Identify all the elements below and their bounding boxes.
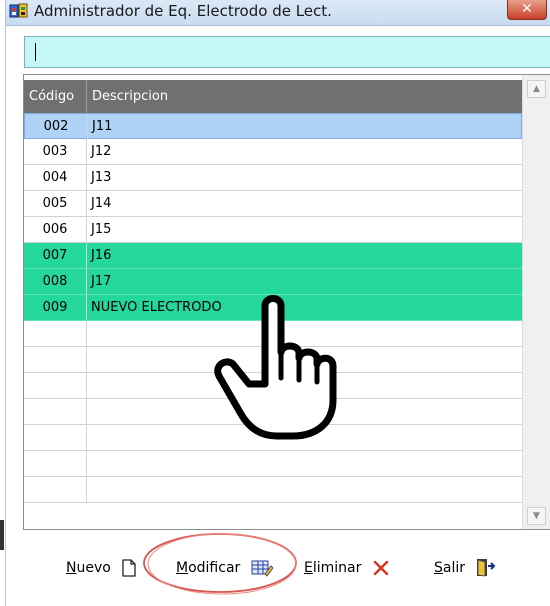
delete-button-label: liminar	[312, 560, 362, 576]
table-row[interactable]: 002 J11	[24, 113, 522, 139]
exit-door-icon	[477, 559, 496, 577]
cell-description	[87, 477, 91, 502]
new-button-accel: N	[66, 560, 77, 576]
exit-button[interactable]: Salir	[434, 556, 497, 580]
table-row[interactable]: 006 J15	[24, 217, 522, 243]
app-window-icon	[9, 3, 28, 18]
table-row[interactable]	[24, 477, 522, 503]
close-icon: ✕	[521, 1, 533, 17]
cell-code	[24, 477, 87, 502]
new-button[interactable]: Nuevo	[66, 556, 137, 580]
new-button-label: uevo	[76, 560, 111, 576]
scroll-down-icon[interactable]: ▼	[527, 507, 546, 525]
cell-description	[87, 399, 91, 424]
cell-description	[87, 321, 91, 346]
cell-description: NUEVO ELECTRODO	[91, 300, 222, 315]
new-document-icon	[122, 559, 136, 577]
cell-description	[87, 425, 91, 450]
delete-button-accel: E	[304, 560, 313, 576]
cell-description	[87, 373, 91, 398]
cell-code: 005	[24, 191, 87, 216]
cell-code	[24, 347, 87, 372]
cell-description: J17	[91, 274, 112, 289]
column-header-code[interactable]: Código	[24, 80, 87, 113]
vertical-scrollbar[interactable]: ▲ ▼	[522, 75, 550, 529]
cell-description: J15	[91, 222, 112, 237]
cell-code: 002	[25, 114, 88, 139]
scroll-up-icon[interactable]: ▲	[527, 80, 546, 98]
cell-description	[87, 451, 91, 476]
close-button[interactable]: ✕	[507, 0, 547, 20]
exit-button-accel: S	[434, 560, 443, 576]
cell-code: 007	[24, 243, 87, 268]
cell-description: J14	[91, 196, 112, 211]
cell-description: J11	[92, 119, 113, 134]
table-row[interactable]: 007 J16	[24, 243, 522, 269]
desktop-edge-mark	[0, 520, 4, 550]
cell-code	[24, 425, 87, 450]
cell-code: 009	[24, 295, 87, 320]
pointing-hand-cursor-icon	[214, 295, 337, 440]
cell-code: 003	[24, 139, 87, 164]
table-header: Código Descripcion	[24, 80, 522, 113]
cell-code	[24, 451, 87, 476]
cell-code	[24, 399, 87, 424]
annotation-ellipse	[143, 533, 297, 595]
exit-button-label: alir	[442, 560, 466, 576]
table-row[interactable]: 003 J12	[24, 139, 522, 165]
search-input[interactable]	[24, 36, 550, 68]
text-caret	[35, 43, 36, 61]
cell-code	[24, 321, 87, 346]
table-row[interactable]: 005 J14	[24, 191, 522, 217]
delete-button[interactable]: Eliminar	[304, 556, 390, 580]
cell-description	[87, 347, 91, 372]
cell-code: 004	[24, 165, 87, 190]
column-header-description[interactable]: Descripcion	[87, 80, 522, 113]
cell-code	[24, 373, 87, 398]
cell-code: 008	[24, 269, 87, 294]
cell-code: 006	[24, 217, 87, 242]
cell-description: J13	[91, 170, 112, 185]
delete-x-icon	[373, 560, 389, 576]
table-row[interactable]: 004 J13	[24, 165, 522, 191]
title-bar[interactable]: Administrador de Eq. Electrodo de Lect. …	[6, 0, 550, 26]
table-row[interactable]	[24, 451, 522, 477]
window-title: Administrador de Eq. Electrodo de Lect.	[34, 2, 332, 20]
cell-description: J12	[91, 144, 112, 159]
cell-description: J16	[91, 248, 112, 263]
